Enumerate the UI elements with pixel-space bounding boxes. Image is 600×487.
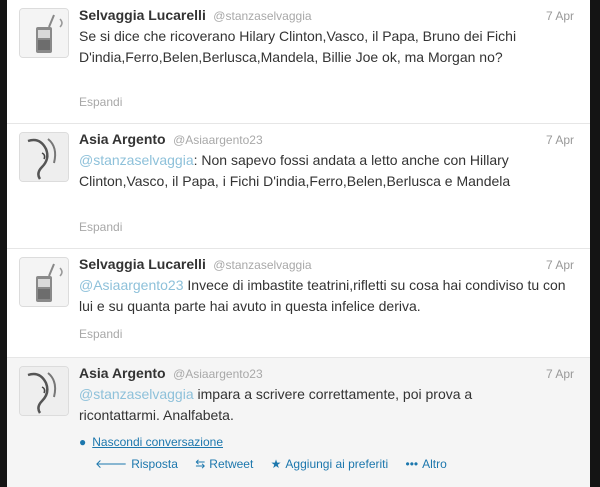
timeline: Selvaggia Lucarelli @stanzaselvaggia 7 A… bbox=[7, 0, 590, 487]
reply-label: Risposta bbox=[131, 457, 178, 471]
author-name[interactable]: Selvaggia Lucarelli bbox=[79, 256, 206, 272]
author-name[interactable]: Selvaggia Lucarelli bbox=[79, 7, 206, 23]
author-name[interactable]: Asia Argento bbox=[79, 131, 166, 147]
mention-link[interactable]: @stanzaselvaggia bbox=[79, 386, 194, 402]
phone-icon bbox=[20, 9, 68, 57]
portrait-icon bbox=[20, 133, 68, 181]
tweet[interactable]: Selvaggia Lucarelli @stanzaselvaggia 7 A… bbox=[7, 0, 590, 124]
tweet-actions: 🡐 Risposta ⇆ Retweet ★ Aggiungi ai preferit… bbox=[95, 456, 461, 471]
avatar[interactable] bbox=[19, 8, 69, 58]
retweet-icon: ⇆ bbox=[195, 457, 206, 471]
expand-link[interactable]: Espandi bbox=[79, 327, 122, 341]
timestamp[interactable]: 7 Apr bbox=[546, 258, 574, 272]
author-handle[interactable]: @stanzaselvaggia bbox=[213, 258, 311, 272]
speech-bubble-icon: ● bbox=[79, 435, 87, 449]
tweet-text: @Asiaargento23 Invece di imbastite teatr… bbox=[79, 275, 579, 317]
retweet-label: Retweet bbox=[209, 457, 254, 471]
avatar[interactable] bbox=[19, 366, 69, 416]
tweet-text: @stanzaselvaggia: Non sapevo fossi andat… bbox=[79, 150, 579, 192]
hide-conversation-label: Nascondi conversazione bbox=[92, 435, 223, 449]
avatar[interactable] bbox=[19, 132, 69, 182]
mention-link[interactable]: @stanzaselvaggia bbox=[79, 152, 194, 168]
author-handle[interactable]: @stanzaselvaggia bbox=[213, 9, 311, 23]
reply-arrow-icon: 🡐 bbox=[95, 457, 128, 471]
expand-link[interactable]: Espandi bbox=[79, 95, 122, 109]
more-label: Altro bbox=[422, 457, 447, 471]
portrait-icon bbox=[20, 367, 68, 415]
avatar[interactable] bbox=[19, 257, 69, 307]
more-button[interactable]: ••• Altro bbox=[406, 457, 447, 471]
timestamp[interactable]: 7 Apr bbox=[546, 133, 574, 147]
timestamp[interactable]: 7 Apr bbox=[546, 9, 574, 23]
phone-icon bbox=[20, 258, 68, 306]
more-dots-icon: ••• bbox=[405, 457, 419, 471]
favorite-button[interactable]: ★ Aggiungi ai preferiti bbox=[271, 457, 389, 471]
mention-link[interactable]: @Asiaargento23 bbox=[79, 277, 184, 293]
hide-conversation-link[interactable]: ● Nascondi conversazione bbox=[79, 435, 223, 449]
author-name[interactable]: Asia Argento bbox=[79, 365, 166, 381]
expand-link[interactable]: Espandi bbox=[79, 220, 122, 234]
tweet[interactable]: Selvaggia Lucarelli @stanzaselvaggia 7 A… bbox=[7, 249, 590, 358]
timestamp[interactable]: 7 Apr bbox=[546, 367, 574, 381]
star-icon: ★ bbox=[270, 457, 282, 471]
author-handle[interactable]: @Asiaargento23 bbox=[173, 367, 263, 381]
tweet[interactable]: Asia Argento @Asiaargento23 7 Apr @stanz… bbox=[7, 124, 590, 249]
favorite-label: Aggiungi ai preferiti bbox=[285, 457, 389, 471]
tweet-text: Se si dice che ricoverano Hilary Clinton… bbox=[79, 28, 517, 65]
reply-button[interactable]: 🡐 Risposta bbox=[95, 457, 178, 471]
author-handle[interactable]: @Asiaargento23 bbox=[173, 133, 263, 147]
retweet-button[interactable]: ⇆ Retweet bbox=[195, 457, 253, 471]
tweet-text: @stanzaselvaggia impara a scrivere corre… bbox=[79, 384, 529, 426]
